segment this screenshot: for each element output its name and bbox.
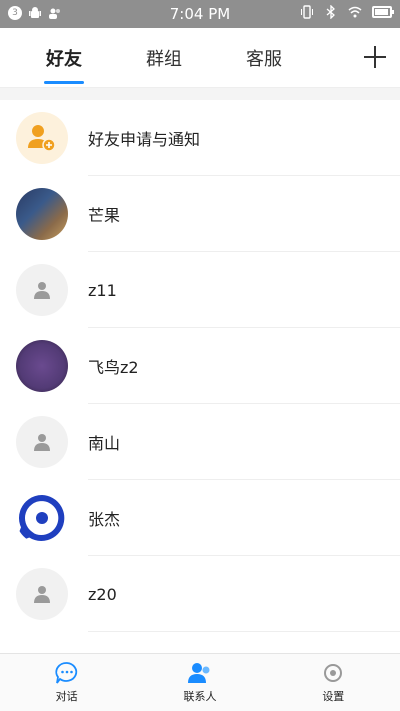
nav-label: 联系人 — [183, 690, 217, 703]
contact-row[interactable]: 芒果 — [0, 176, 400, 252]
contact-name: z20 — [88, 584, 117, 604]
bluetooth-icon — [326, 5, 335, 19]
contact-name: 好友申请与通知 — [88, 130, 201, 149]
contact-name: 飞鸟z2 — [88, 358, 139, 377]
brand-logo-icon — [16, 492, 68, 544]
chat-bubble-icon — [55, 662, 77, 684]
contact-name: 南山 — [88, 434, 121, 453]
friend-requests-row[interactable]: 好友申请与通知 — [0, 100, 400, 176]
status-bar: 3 7:04 PM — [0, 0, 400, 28]
default-person-icon — [34, 282, 50, 299]
status-left-icons: 3 — [8, 6, 62, 20]
add-icon[interactable] — [362, 44, 388, 70]
contacts-icon — [49, 8, 60, 19]
tab-friends[interactable]: 好友 — [46, 28, 82, 88]
avatar — [16, 188, 68, 240]
contact-name: 张杰 — [88, 510, 121, 529]
contact-row[interactable]: 飞鸟z2 — [0, 328, 400, 404]
settings-icon — [324, 664, 343, 682]
battery-icon — [372, 6, 394, 18]
nav-settings[interactable]: 设置 — [267, 654, 400, 711]
nav-contacts[interactable]: 联系人 — [133, 654, 266, 711]
android-icon — [29, 7, 41, 18]
add-friend-icon — [16, 112, 68, 164]
contact-row[interactable]: z20 — [0, 556, 400, 632]
nav-label: 设置 — [322, 690, 345, 703]
contact-name: 芒果 — [88, 206, 121, 225]
wifi-icon — [348, 6, 362, 18]
bottom-nav: 对话 联系人 设置 — [0, 653, 400, 711]
default-person-icon — [34, 434, 50, 451]
notification-badge-icon: 3 — [8, 6, 22, 20]
contact-row[interactable]: 南山 — [0, 404, 400, 480]
nav-chat[interactable]: 对话 — [0, 654, 133, 711]
contact-name: z11 — [88, 280, 117, 300]
vibrate-icon — [301, 5, 313, 19]
section-divider — [0, 88, 400, 100]
tab-groups[interactable]: 群组 — [146, 28, 182, 88]
status-right-icons — [300, 5, 394, 19]
tab-customer-service[interactable]: 客服 — [246, 28, 282, 88]
contact-row[interactable]: 张杰 — [0, 480, 400, 556]
avatar — [16, 264, 68, 316]
contact-list: 好友申请与通知 芒果 z11 飞鸟z2 南山 张杰 z20 — [0, 100, 400, 632]
contact-row[interactable]: z11 — [0, 252, 400, 328]
top-tab-bar: 好友 群组 客服 — [0, 28, 400, 88]
avatar — [16, 416, 68, 468]
status-time: 7:04 PM — [169, 5, 231, 23]
avatar — [16, 340, 68, 392]
avatar — [16, 568, 68, 620]
contacts-icon — [187, 663, 210, 683]
nav-label: 对话 — [55, 690, 78, 703]
default-person-icon — [34, 586, 50, 603]
